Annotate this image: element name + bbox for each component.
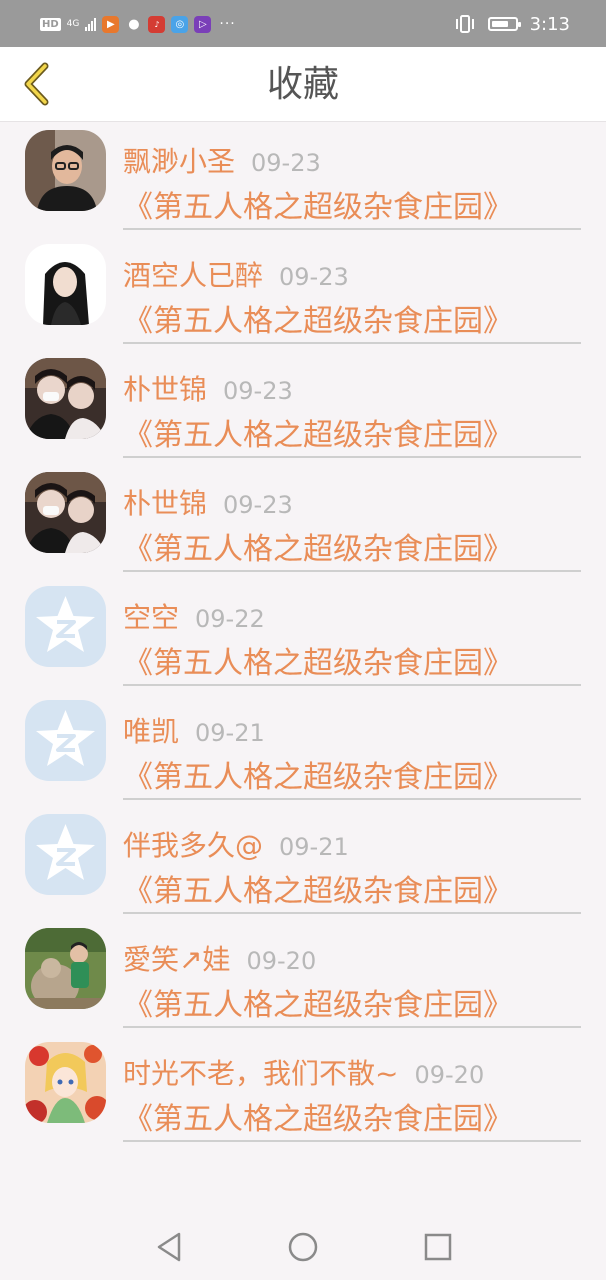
user-avatar[interactable] <box>25 586 106 667</box>
item-info: 朴世锦 09-23 《第五人格之超级杂食庄园》 <box>123 350 581 458</box>
user-nickname[interactable]: 伴我多久@ <box>123 829 263 862</box>
favorite-list-item[interactable]: 唯凯 09-21 《第五人格之超级杂食庄园》 <box>0 692 606 806</box>
name-row: 酒空人已醉 09-23 <box>123 254 349 294</box>
user-avatar[interactable] <box>25 814 106 895</box>
user-avatar[interactable] <box>25 928 106 1009</box>
more-notifications-icon: ··· <box>219 16 236 32</box>
favorite-date: 09-23 <box>223 491 293 519</box>
user-avatar[interactable] <box>25 358 106 439</box>
browser-icon: ◎ <box>171 15 189 33</box>
favorite-list-item[interactable]: 伴我多久@ 09-21 《第五人格之超级杂食庄园》 <box>0 806 606 920</box>
favorite-date: 09-20 <box>414 1061 485 1089</box>
user-avatar[interactable] <box>25 130 106 211</box>
work-title-link[interactable]: 《第五人格之超级杂食庄园》 <box>123 182 513 226</box>
favorite-date: 09-21 <box>195 719 265 747</box>
user-avatar[interactable] <box>25 1042 106 1123</box>
item-info: 飘渺小圣 09-23 《第五人格之超级杂食庄园》 <box>123 122 581 230</box>
name-row: 飘渺小圣 09-23 <box>123 140 321 180</box>
vibrate-icon <box>455 15 474 33</box>
status-right-icons: 3:13 <box>454 12 570 36</box>
hd-badge: HD <box>40 17 61 31</box>
video-app-icon: ▶ <box>102 15 120 33</box>
name-row: 时光不老，我们不散~ 09-20 <box>123 1052 484 1092</box>
work-title-link[interactable]: 《第五人格之超级杂食庄园》 <box>123 752 513 796</box>
user-avatar[interactable] <box>25 700 106 781</box>
user-nickname[interactable]: 朴世锦 <box>123 487 207 520</box>
name-row: 唯凯 09-21 <box>123 710 265 750</box>
favorite-list-item[interactable]: 时光不老，我们不散~ 09-20 《第五人格之超级杂食庄园》 <box>0 1034 606 1148</box>
user-nickname[interactable]: 愛笑↗娃 <box>123 943 230 976</box>
navigation-bar <box>0 1212 606 1280</box>
item-info: 伴我多久@ 09-21 《第五人格之超级杂食庄园》 <box>123 806 581 914</box>
triangle-back-icon[interactable] <box>153 1230 187 1264</box>
favorite-date: 09-23 <box>279 263 349 291</box>
favorite-list-item[interactable]: 空空 09-22 《第五人格之超级杂食庄园》 <box>0 578 606 692</box>
user-nickname[interactable]: 酒空人已醉 <box>123 259 263 292</box>
favorite-list-item[interactable]: 朴世锦 09-23 《第五人格之超级杂食庄园》 <box>0 350 606 464</box>
user-avatar[interactable] <box>25 472 106 553</box>
user-nickname[interactable]: 空空 <box>123 601 179 634</box>
wechat-icon: ● <box>128 16 140 32</box>
user-nickname[interactable]: 飘渺小圣 <box>123 145 235 178</box>
user-nickname[interactable]: 朴世锦 <box>123 373 207 406</box>
item-info: 朴世锦 09-23 《第五人格之超级杂食庄园》 <box>123 464 581 572</box>
item-info: 时光不老，我们不散~ 09-20 《第五人格之超级杂食庄园》 <box>123 1034 581 1142</box>
item-info: 愛笑↗娃 09-20 《第五人格之超级杂食庄园》 <box>123 920 581 1028</box>
favorite-date: 09-20 <box>246 947 317 975</box>
item-info: 酒空人已醉 09-23 《第五人格之超级杂食庄园》 <box>123 236 581 344</box>
work-title-link[interactable]: 《第五人格之超级杂食庄园》 <box>123 980 513 1024</box>
favorite-list-item[interactable]: 愛笑↗娃 09-20 《第五人格之超级杂食庄园》 <box>0 920 606 1034</box>
user-nickname[interactable]: 时光不老，我们不散~ <box>123 1057 398 1090</box>
square-recents-icon[interactable] <box>421 1230 455 1264</box>
work-title-link[interactable]: 《第五人格之超级杂食庄园》 <box>123 296 513 340</box>
page-title: 收藏 <box>266 64 339 105</box>
status-left-icons: HD 4G ▶ ● ♪ ◎ ▷ ··· <box>40 12 236 36</box>
name-row: 空空 09-22 <box>123 596 265 636</box>
status-bar: HD 4G ▶ ● ♪ ◎ ▷ ··· 3:13 <box>0 0 606 47</box>
work-title-link[interactable]: 《第五人格之超级杂食庄园》 <box>123 1094 513 1138</box>
user-avatar[interactable] <box>25 244 106 325</box>
network-type: 4G <box>66 18 80 29</box>
name-row: 朴世锦 09-23 <box>123 368 293 408</box>
favorites-list: 飘渺小圣 09-23 《第五人格之超级杂食庄园》 酒空人已醉 09-23 《第五人格之超级… <box>0 122 606 1148</box>
name-row: 伴我多久@ 09-21 <box>123 824 349 864</box>
favorite-list-item[interactable]: 朴世锦 09-23 《第五人格之超级杂食庄园》 <box>0 464 606 578</box>
item-info: 唯凯 09-21 《第五人格之超级杂食庄园》 <box>123 692 581 800</box>
work-title-link[interactable]: 《第五人格之超级杂食庄园》 <box>123 866 513 910</box>
name-row: 愛笑↗娃 09-20 <box>123 938 316 978</box>
item-info: 空空 09-22 《第五人格之超级杂食庄园》 <box>123 578 581 686</box>
favorite-date: 09-21 <box>279 833 349 861</box>
signal-icon <box>85 17 97 31</box>
favorite-date: 09-22 <box>195 605 265 633</box>
work-title-link[interactable]: 《第五人格之超级杂食庄园》 <box>123 524 513 568</box>
netease-music-icon: ♪ <box>148 15 166 33</box>
media-player-icon: ▷ <box>194 15 212 33</box>
favorite-date: 09-23 <box>223 377 293 405</box>
circle-home-icon[interactable] <box>286 1230 320 1264</box>
title-bar: 收藏 <box>0 47 606 122</box>
work-title-link[interactable]: 《第五人格之超级杂食庄园》 <box>123 410 513 454</box>
favorite-date: 09-23 <box>251 149 321 177</box>
favorite-list-item[interactable]: 酒空人已醉 09-23 《第五人格之超级杂食庄园》 <box>0 236 606 350</box>
user-nickname[interactable]: 唯凯 <box>123 715 179 748</box>
work-title-link[interactable]: 《第五人格之超级杂食庄园》 <box>123 638 513 682</box>
battery-icon <box>487 17 521 31</box>
clock: 3:13 <box>529 13 570 35</box>
favorite-list-item[interactable]: 飘渺小圣 09-23 《第五人格之超级杂食庄园》 <box>0 122 606 236</box>
name-row: 朴世锦 09-23 <box>123 482 293 522</box>
